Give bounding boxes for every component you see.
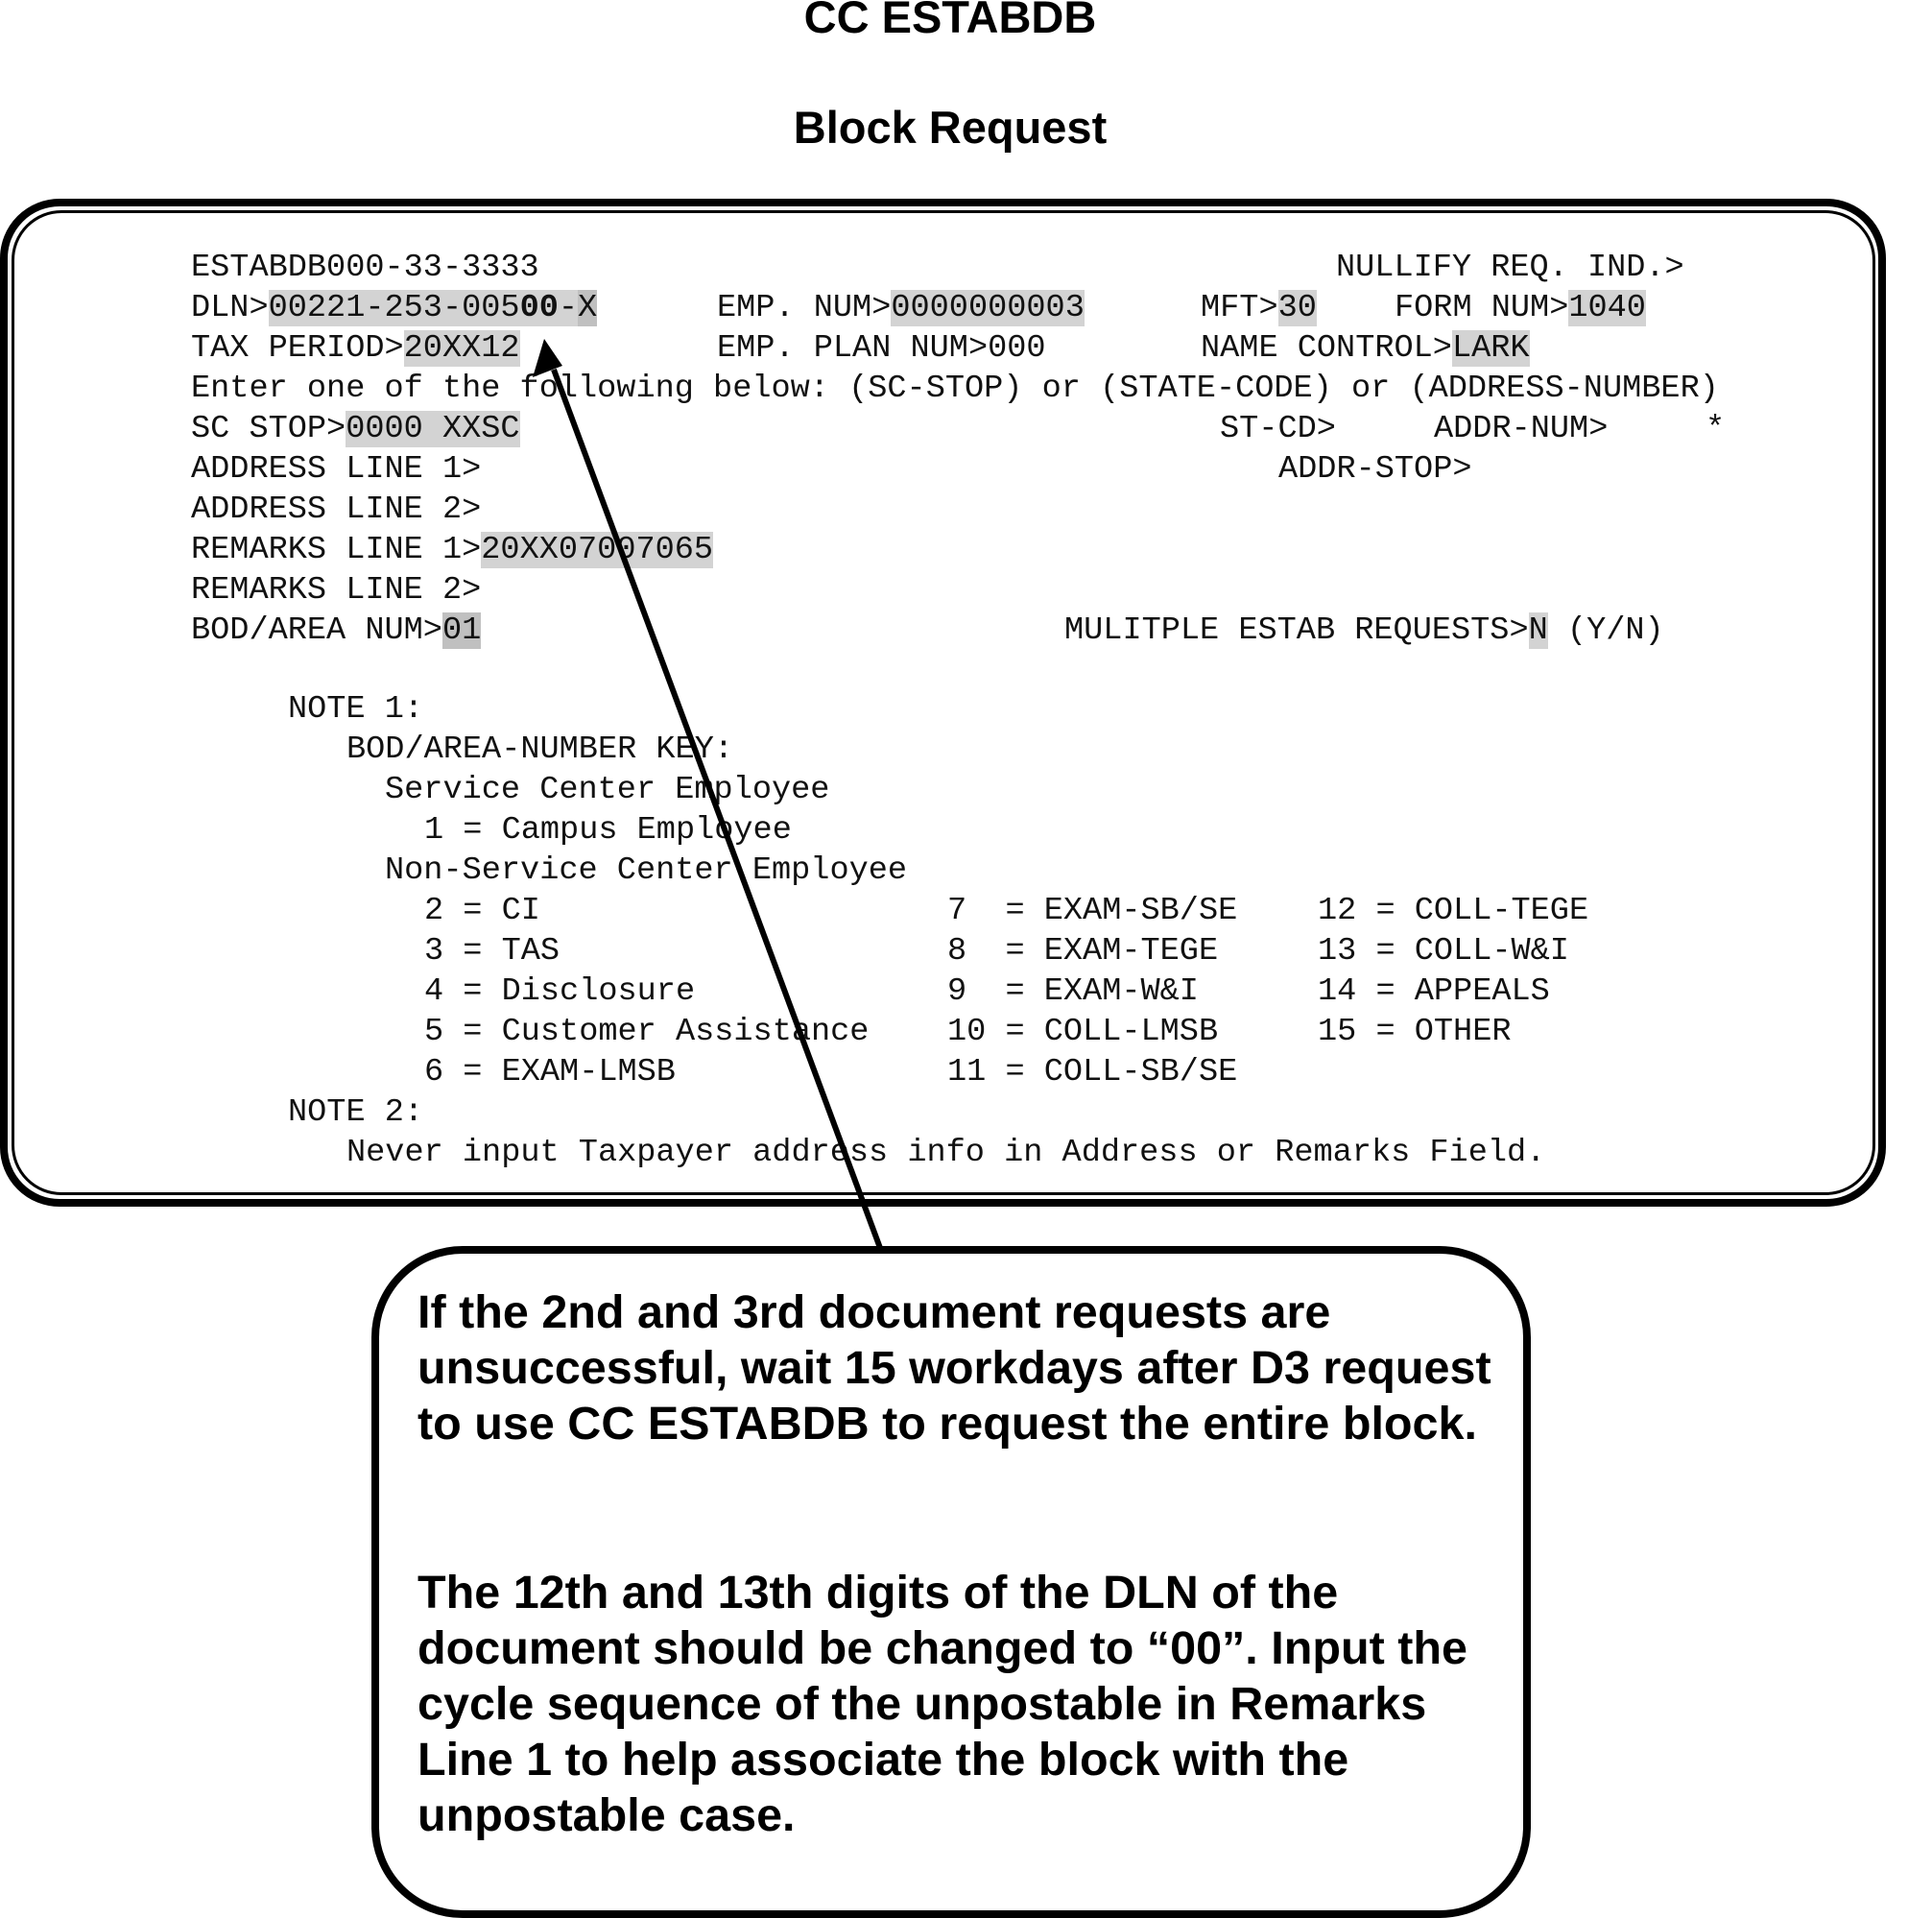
bod-area-num-label: BOD/AREA NUM> xyxy=(191,612,442,649)
key-item: 8 = EXAM-TEGE xyxy=(947,933,1219,970)
callout-paragraph-1: If the 2nd and 3rd document requests are… xyxy=(417,1286,1491,1450)
multiple-estab-field[interactable]: MULITPLE ESTAB REQUESTS>N (Y/N) xyxy=(1064,611,1664,651)
emp-plan-num-value[interactable]: 000 xyxy=(988,330,1045,367)
emp-plan-num-field[interactable]: EMP. PLAN NUM>000 xyxy=(717,328,1046,369)
name-control-field[interactable]: NAME CONTROL>LARK xyxy=(1201,328,1530,369)
asterisk-marker: * xyxy=(1705,411,1726,447)
note1-heading: NOTE 1: xyxy=(288,691,424,728)
form-num-field[interactable]: FORM NUM>1040 xyxy=(1395,288,1646,328)
name-control-label: NAME CONTROL> xyxy=(1201,330,1452,367)
remarks-line-1-field[interactable]: REMARKS LINE 1>20XX07007065 xyxy=(191,530,714,570)
name-control-value[interactable]: LARK xyxy=(1451,330,1530,367)
tax-period-field[interactable]: TAX PERIOD>20XX12 xyxy=(191,328,520,369)
emp-plan-num-label: EMP. PLAN NUM> xyxy=(717,330,989,367)
key-item: 13 = COLL-W&I xyxy=(1318,933,1569,970)
form-num-label: FORM NUM> xyxy=(1395,290,1569,326)
key-item: 12 = COLL-TEGE xyxy=(1318,893,1589,929)
key-item: 7 = EXAM-SB/SE xyxy=(947,893,1238,929)
key-item: 4 = Disclosure xyxy=(424,973,696,1010)
screen-header-id: ESTABDB000-33-3333 xyxy=(191,250,539,286)
key-item: 15 = OTHER xyxy=(1318,1014,1512,1050)
note2-heading: NOTE 2: xyxy=(288,1094,424,1131)
dln-value-prefix: 00221-253-005 xyxy=(268,290,520,326)
non-service-center-heading: Non-Service Center Employee xyxy=(385,852,908,889)
dln-value[interactable]: 00221-253-00500- xyxy=(268,290,579,326)
mft-label: MFT> xyxy=(1201,290,1278,326)
mft-value[interactable]: 30 xyxy=(1277,290,1317,326)
bod-area-num-field[interactable]: BOD/AREA NUM>01 xyxy=(191,611,482,651)
nullify-req-ind-field[interactable]: NULLIFY REQ. IND.> xyxy=(1336,248,1684,288)
command-title: CC ESTABDB xyxy=(803,0,1097,42)
emp-num-label: EMP. NUM> xyxy=(717,290,892,326)
addr-stop-field[interactable]: ADDR-STOP> xyxy=(1278,449,1472,490)
service-center-heading: Service Center Employee xyxy=(385,772,830,808)
remarks-line-2-field[interactable]: REMARKS LINE 2> xyxy=(191,570,481,611)
key-item: 11 = COLL-SB/SE xyxy=(947,1054,1238,1091)
note1-key-heading: BOD/AREA-NUMBER KEY: xyxy=(346,731,734,768)
key-item: 2 = CI xyxy=(424,893,540,929)
address-line-2-field[interactable]: ADDRESS LINE 2> xyxy=(191,490,481,530)
sc-stop-label: SC STOP> xyxy=(191,411,346,447)
sc-stop-value[interactable]: 0000 XXSC xyxy=(346,411,520,447)
key-item: 14 = APPEALS xyxy=(1318,973,1550,1010)
page-subtitle: Block Request xyxy=(793,102,1108,153)
multiple-estab-hint-text: (Y/N) xyxy=(1566,612,1664,649)
bod-area-num-value[interactable]: 01 xyxy=(441,612,482,649)
key-item: 6 = EXAM-LMSB xyxy=(424,1054,676,1091)
key-item: 9 = EXAM-W&I xyxy=(947,973,1199,1010)
mft-field[interactable]: MFT>30 xyxy=(1201,288,1317,328)
callout-paragraph-2: The 12th and 13th digits of the DLN of t… xyxy=(417,1567,1467,1841)
remarks-line-1-value[interactable]: 20XX07007065 xyxy=(481,532,714,568)
note2-text: Never input Taxpayer address info in Add… xyxy=(346,1135,1546,1171)
key-item: 5 = Customer Assistance xyxy=(424,1014,870,1050)
dln-value-cursor[interactable]: X xyxy=(578,290,598,326)
form-num-value[interactable]: 1040 xyxy=(1568,290,1646,326)
emp-num-value[interactable]: 0000000003 xyxy=(891,290,1085,326)
address-instruction: Enter one of the following below: (SC-ST… xyxy=(191,371,1719,407)
key-item: 1 = Campus Employee xyxy=(424,812,792,849)
dln-value-block-digits: 00 xyxy=(519,290,559,326)
tax-period-label: TAX PERIOD> xyxy=(191,330,404,367)
dln-value-dash: - xyxy=(558,290,579,326)
sc-stop-field[interactable]: SC STOP>0000 XXSC xyxy=(191,409,520,449)
remarks-line-1-label: REMARKS LINE 1> xyxy=(191,532,482,568)
multiple-estab-hint xyxy=(1548,612,1567,649)
emp-num-field[interactable]: EMP. NUM>0000000003 xyxy=(717,288,1085,328)
tax-period-value[interactable]: 20XX12 xyxy=(403,330,520,367)
dln-field[interactable]: DLN>00221-253-00500-X xyxy=(191,288,598,328)
address-line-1-field[interactable]: ADDRESS LINE 1> xyxy=(191,449,481,490)
dln-label: DLN> xyxy=(191,290,269,326)
key-item: 3 = TAS xyxy=(424,933,561,970)
st-cd-field[interactable]: ST-CD> xyxy=(1220,409,1336,449)
multiple-estab-value[interactable]: N xyxy=(1528,612,1548,649)
key-item: 10 = COLL-LMSB xyxy=(947,1014,1219,1050)
multiple-estab-label: MULITPLE ESTAB REQUESTS> xyxy=(1064,612,1529,649)
addr-num-field[interactable]: ADDR-NUM> xyxy=(1434,409,1608,449)
